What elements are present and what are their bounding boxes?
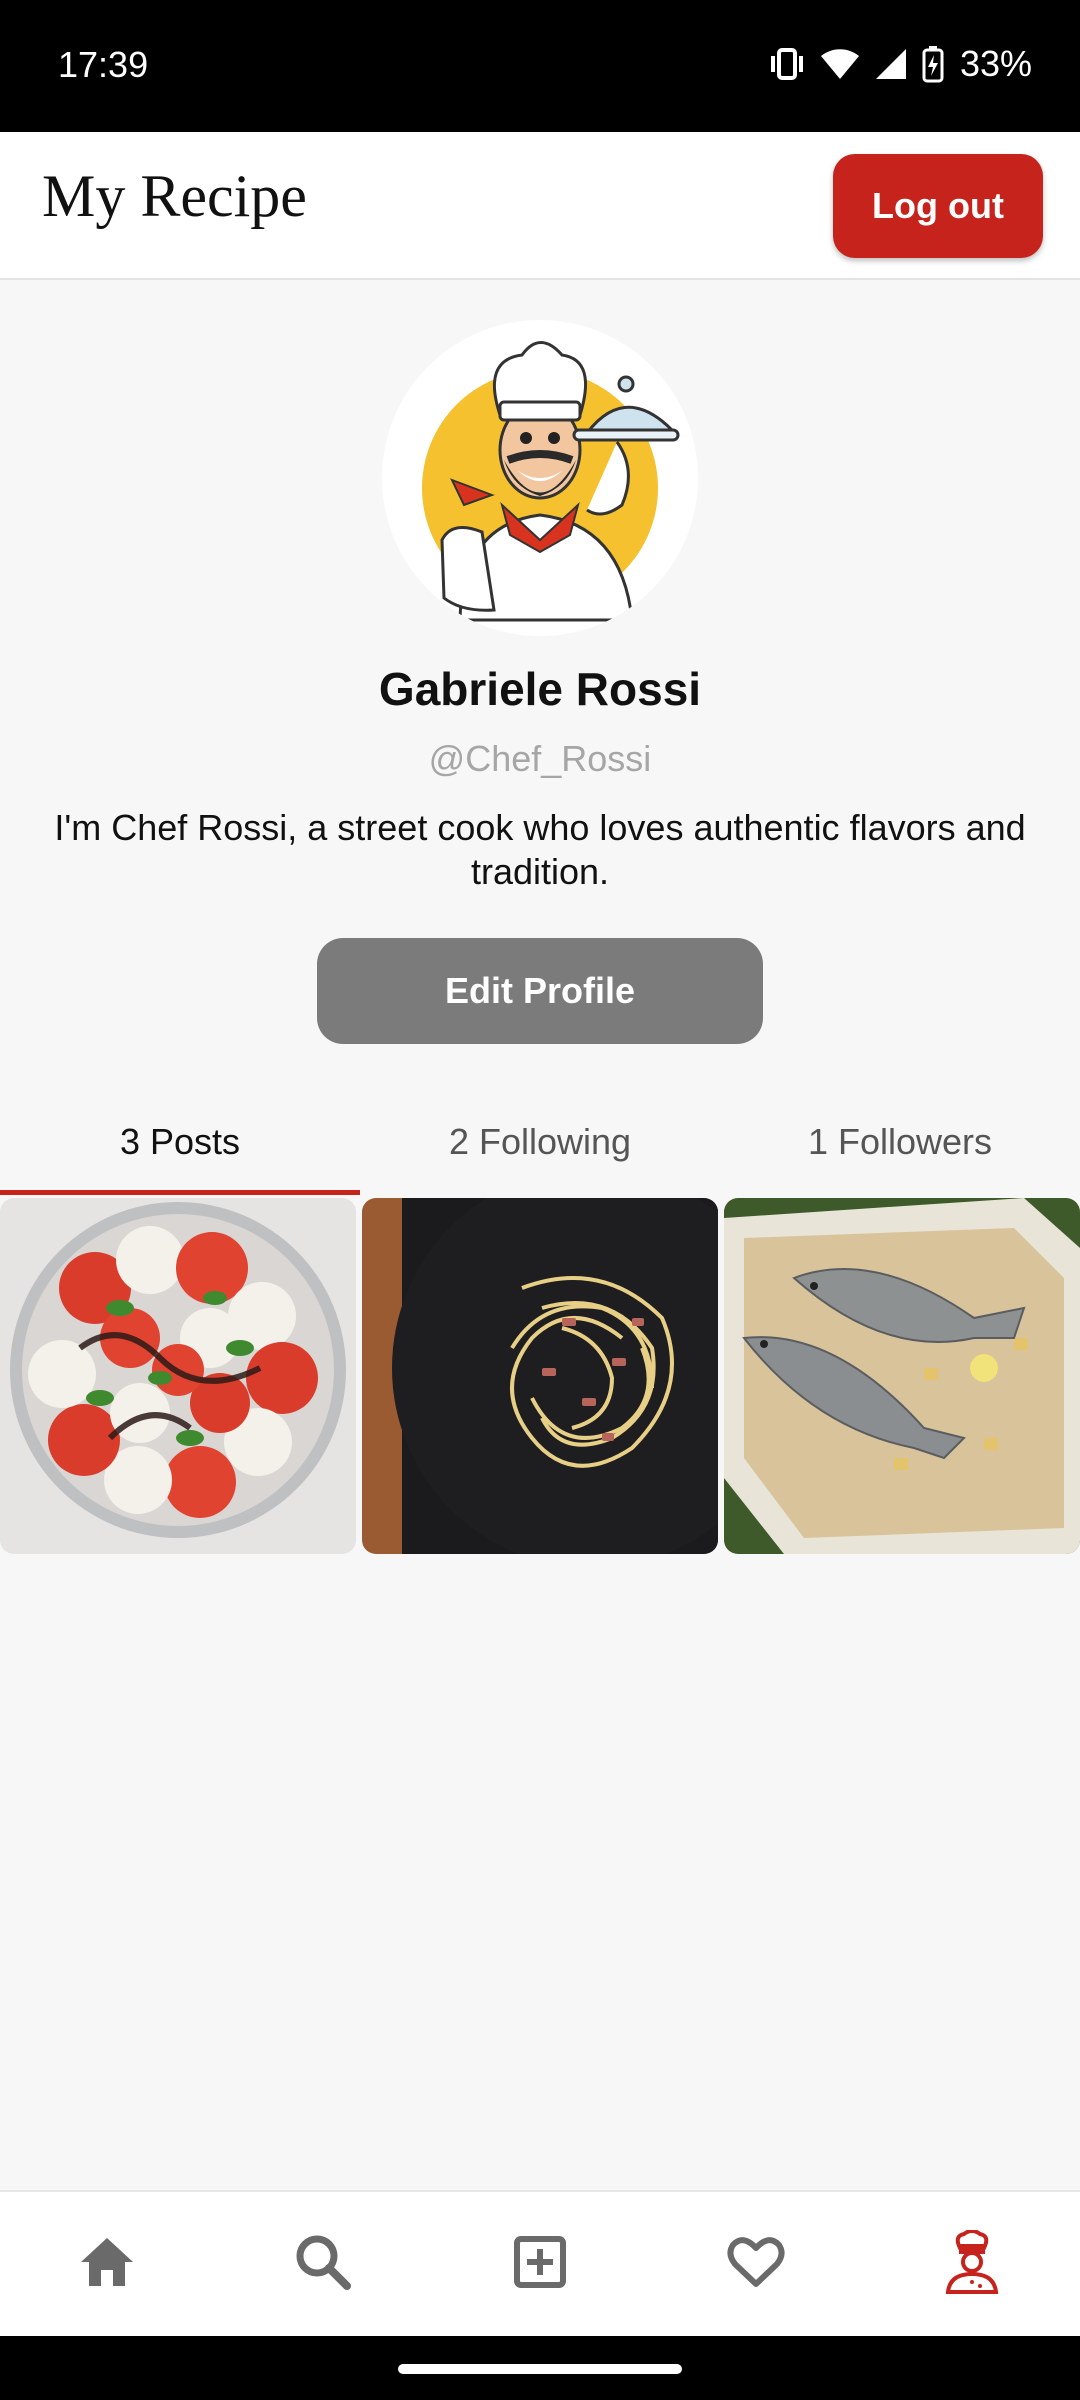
baked-fish-photo[interactable] [724,1198,1080,1554]
chef-profile-icon[interactable] [932,2222,1012,2302]
battery-charging-icon [922,45,944,83]
profile-name: Gabriele Rossi [378,663,702,715]
battery-percent: 33% [959,43,1032,84]
heart-icon[interactable] [716,2222,796,2302]
app-title: My Recipe [42,163,307,229]
home-gesture-handle[interactable] [398,2364,682,2374]
tab-indicator [0,1190,360,1195]
home-icon[interactable] [67,2222,147,2302]
edit-profile-button[interactable]: Edit Profile [317,938,763,1044]
vibrate-icon [768,46,806,82]
system-navigation-bar [0,2336,1080,2400]
caprese-salad-photo[interactable] [0,1198,356,1554]
bottom-nav [0,2190,1080,2336]
profile-bio: I'm Chef Rossi, a street cook who loves … [54,807,1026,892]
profile-tabs: 3 Posts 2 Following 1 Followers [0,1090,1080,1194]
add-post-icon[interactable] [500,2222,580,2302]
cell-signal-icon [874,47,908,81]
profile-handle: @Chef_Rossi [428,738,652,779]
app-bar: My Recipe Log out [0,132,1080,280]
tab-posts[interactable]: 3 Posts [0,1090,360,1194]
posts-grid [0,1198,1080,1554]
status-icons: 33% [768,40,1032,88]
status-bar: 17:39 33% [0,0,1080,132]
search-icon[interactable] [283,2222,363,2302]
chef-avatar [382,320,698,636]
tab-following[interactable]: 2 Following [360,1090,720,1194]
carbonara-pasta-photo[interactable] [362,1198,718,1554]
status-time: 17:39 [58,44,149,85]
wifi-icon [820,47,860,81]
logout-button[interactable]: Log out [833,154,1043,258]
tab-followers[interactable]: 1 Followers [720,1090,1080,1194]
